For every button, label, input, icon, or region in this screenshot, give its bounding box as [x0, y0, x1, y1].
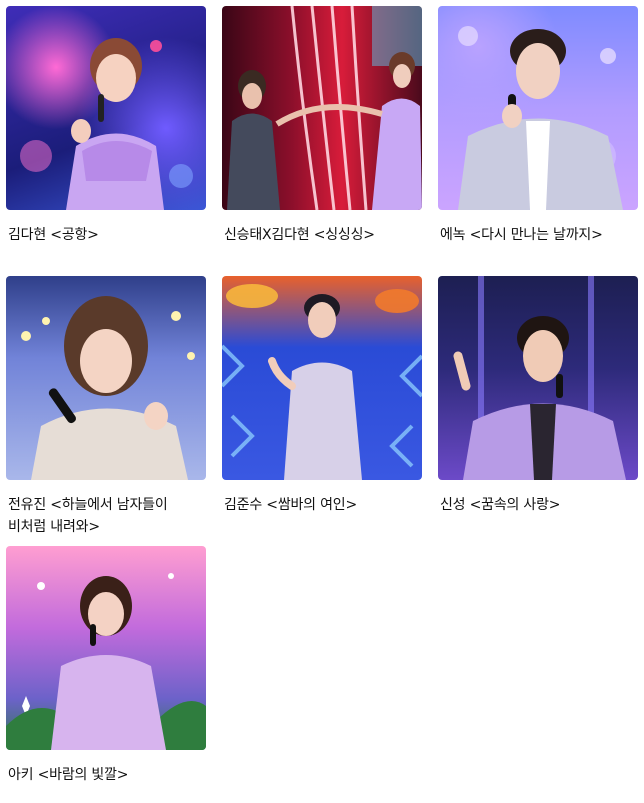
performer-photo	[458, 26, 623, 210]
gallery-card[interactable]: 김다현 <공항>	[6, 6, 206, 276]
gallery-caption[interactable]: 에녹 <다시 만나는 날까지>	[438, 224, 638, 246]
photo-gallery-page: { "gallery": { "items": [ {"caption": "김…	[0, 0, 644, 803]
gallery-card[interactable]: 전유진 <하늘에서 남자들이 비처럼 내려와>	[6, 276, 206, 546]
gallery-caption[interactable]: 전유진 <하늘에서 남자들이 비처럼 내려와>	[6, 494, 206, 538]
gallery-caption[interactable]: 신성 <꿈속의 사랑>	[438, 494, 638, 516]
gallery-thumbnail[interactable]	[222, 276, 422, 480]
gallery-thumbnail[interactable]	[6, 6, 206, 210]
gallery-grid: 김다현 <공항> 신승태X김다현 <싱싱싱> 에녹 <다시 만나는 날까지> 전…	[6, 6, 638, 786]
gallery-thumbnail[interactable]	[438, 6, 638, 210]
gallery-caption[interactable]: 신승태X김다현 <싱싱싱>	[222, 224, 422, 246]
gallery-thumbnail[interactable]	[438, 276, 638, 480]
gallery-thumbnail[interactable]	[6, 276, 206, 480]
performer-photo	[6, 573, 206, 750]
gallery-card[interactable]: 에녹 <다시 만나는 날까지>	[438, 6, 638, 276]
performer-photo	[227, 6, 422, 210]
gallery-caption[interactable]: 김준수 <쌈바의 여인>	[222, 494, 422, 516]
performer-photo	[21, 296, 195, 480]
performer-photo	[222, 284, 422, 480]
performer-photo	[453, 276, 626, 480]
gallery-card[interactable]: 신승태X김다현 <싱싱싱>	[222, 6, 422, 276]
gallery-thumbnail[interactable]	[222, 6, 422, 210]
gallery-caption[interactable]: 아키 <바람의 빛깔>	[6, 764, 206, 786]
gallery-caption[interactable]: 김다현 <공항>	[6, 224, 206, 246]
gallery-card[interactable]: 김준수 <쌈바의 여인>	[222, 276, 422, 546]
performer-photo	[20, 38, 193, 210]
gallery-card[interactable]: 신성 <꿈속의 사랑>	[438, 276, 638, 546]
gallery-card[interactable]: 아키 <바람의 빛깔>	[6, 546, 206, 786]
gallery-thumbnail[interactable]	[6, 546, 206, 750]
